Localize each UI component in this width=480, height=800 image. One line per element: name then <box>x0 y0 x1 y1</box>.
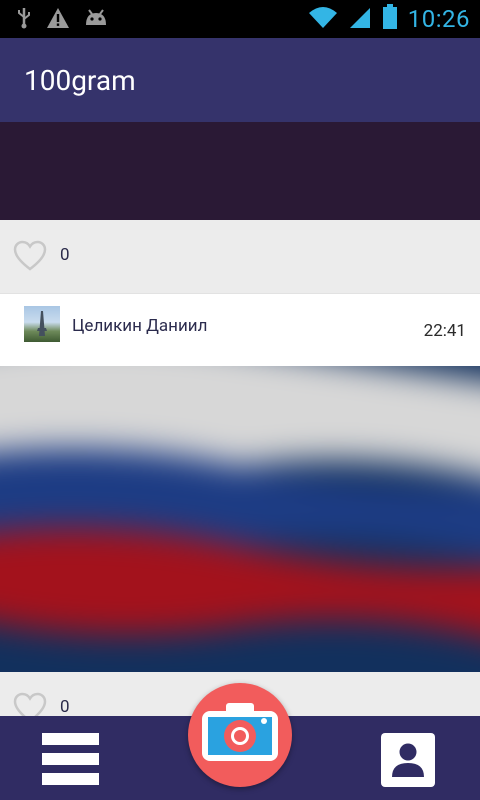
heart-icon[interactable] <box>13 692 47 716</box>
heart-icon[interactable] <box>13 240 47 272</box>
list-icon[interactable] <box>42 733 99 785</box>
status-bar: 10:26 <box>0 0 480 38</box>
post-time: 22:41 <box>423 321 466 341</box>
android-debug-icon <box>84 7 108 33</box>
post-author-row[interactable]: Целикин Даниил 22:41 <box>0 293 480 366</box>
author-name[interactable]: Целикин Даниил <box>72 316 207 336</box>
warning-icon <box>46 7 70 33</box>
profile-icon[interactable] <box>381 733 435 787</box>
app-bar: 100gram <box>0 38 480 122</box>
like-count: 0 <box>60 245 70 265</box>
likes-row: 0 <box>0 220 480 293</box>
post-photo[interactable] <box>0 122 480 220</box>
feed[interactable]: 0 Целикин Даниил 22:41 0 <box>0 122 480 716</box>
usb-icon <box>16 7 32 33</box>
app-title: 100gram <box>24 64 136 97</box>
signal-icon <box>348 5 372 33</box>
avatar[interactable] <box>24 306 60 342</box>
post-photo-flag[interactable] <box>0 366 480 672</box>
like-count: 0 <box>60 697 70 716</box>
battery-icon <box>382 4 398 34</box>
camera-icon <box>188 703 292 791</box>
wifi-icon <box>308 5 338 33</box>
clock: 10:26 <box>407 5 470 33</box>
camera-button[interactable] <box>188 683 292 787</box>
